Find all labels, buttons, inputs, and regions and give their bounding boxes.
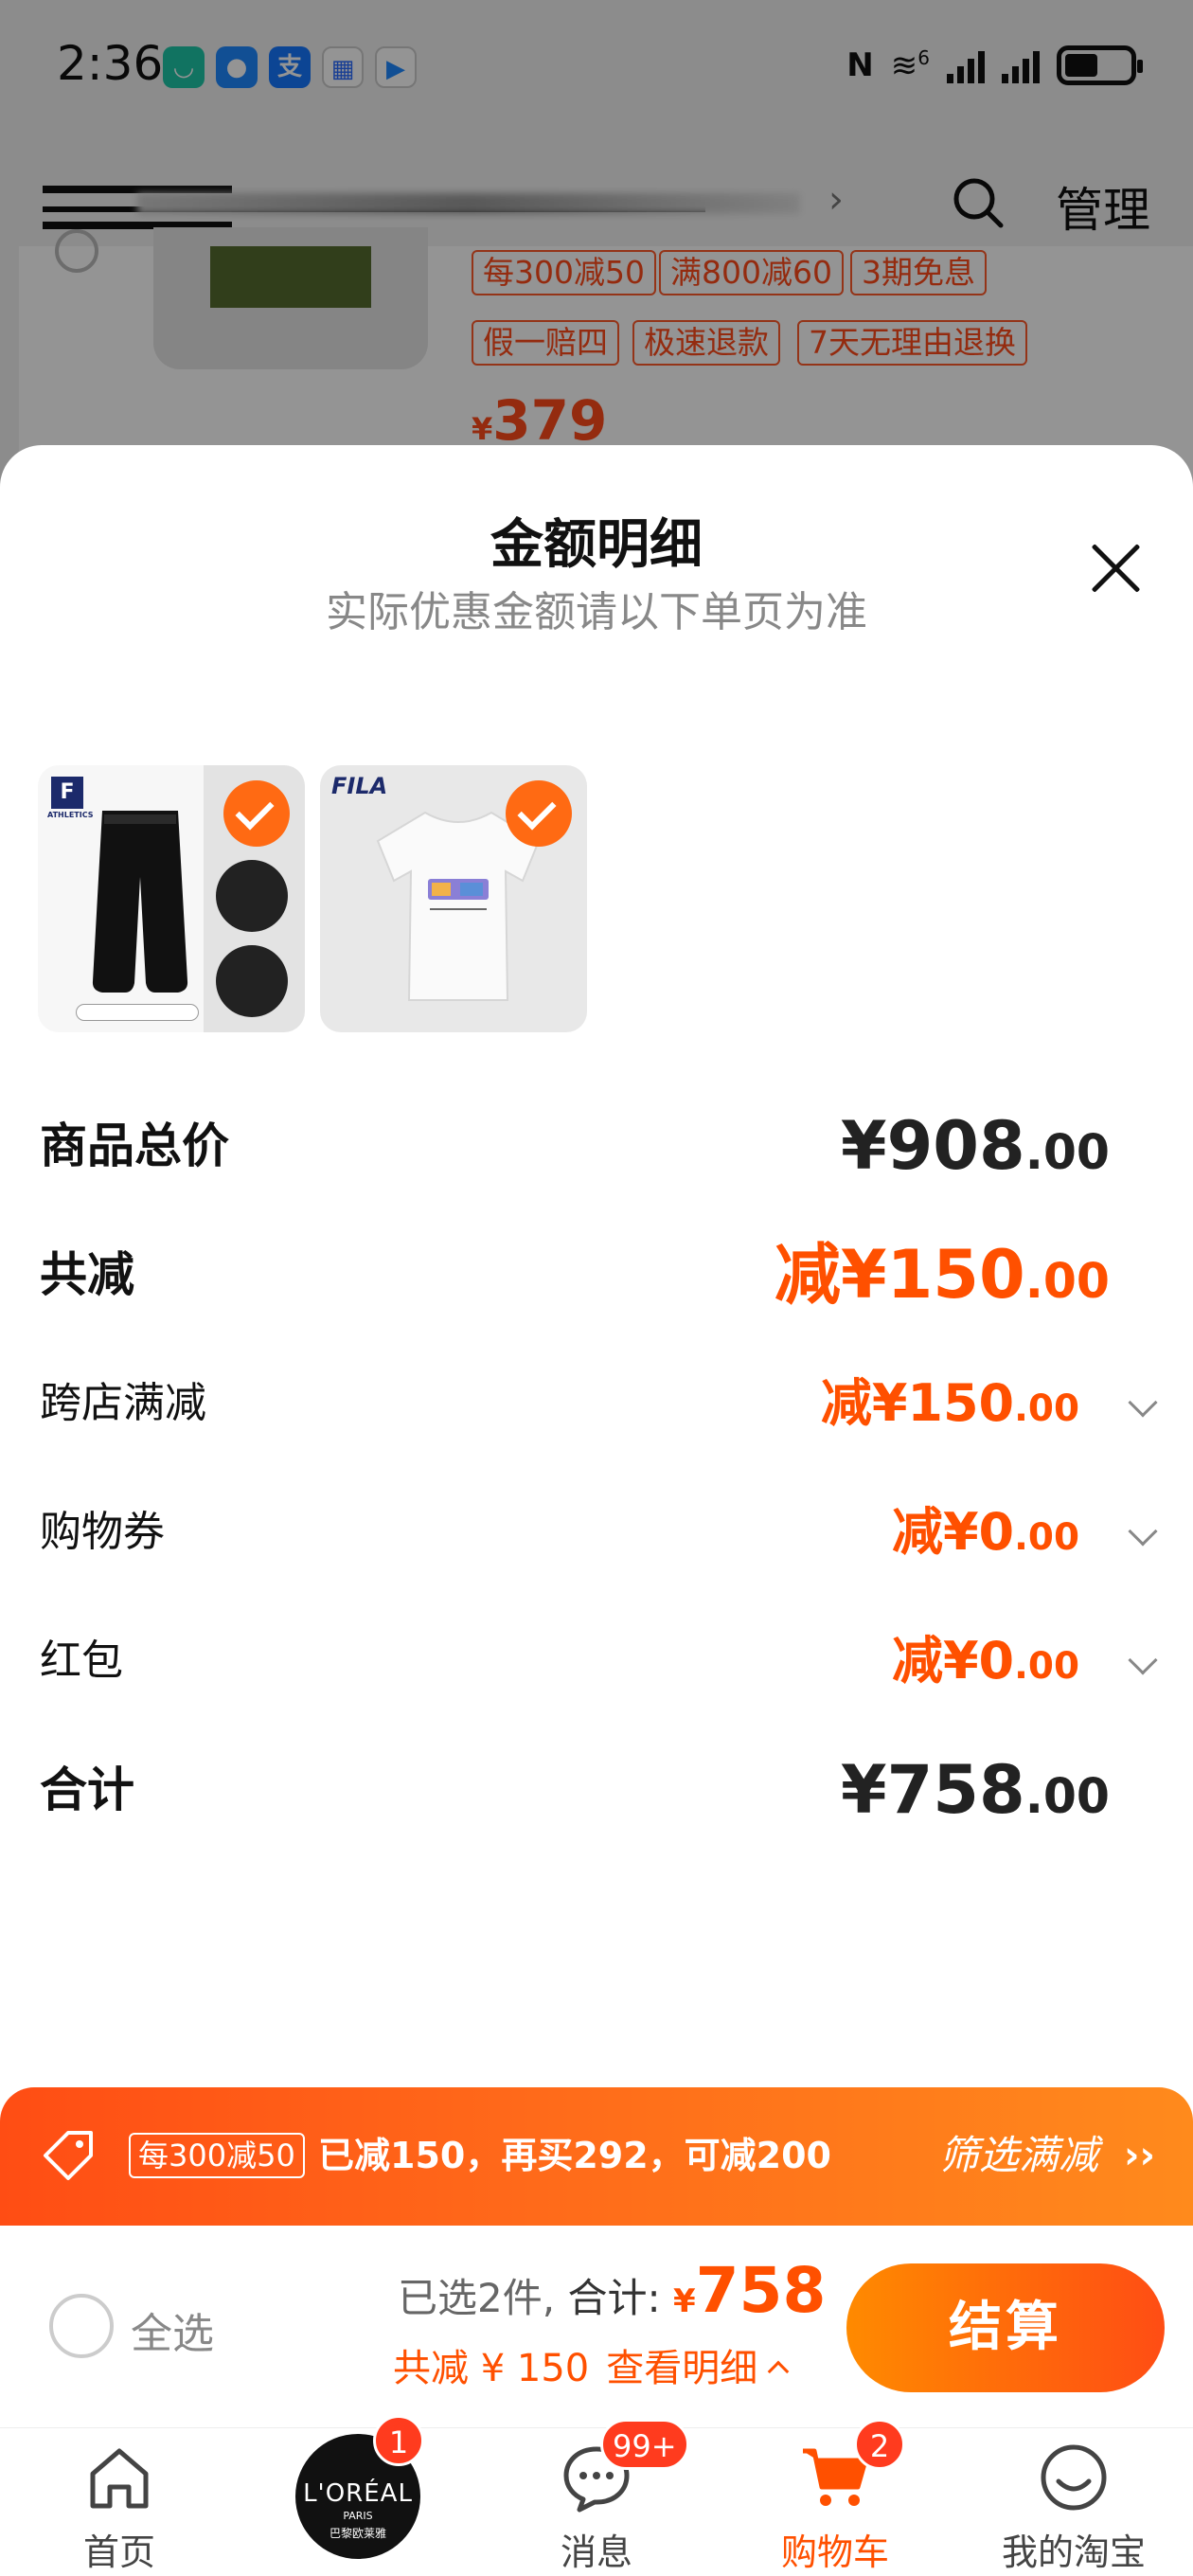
message-badge: 99+ (600, 2419, 689, 2470)
cart-badge: 2 (854, 2419, 905, 2470)
ad-badge: 1 (373, 2415, 424, 2466)
checkout-bar: 全选 已选2件, 合计: ¥758 共减 ¥ 150 查看明细 结算 (0, 2226, 1193, 2428)
background-cart-page: 2:36 ◡ ● 支 ▦ ▶ N ≋6 › 管理 每300减50 满800减60… (0, 0, 1193, 492)
red-packet-label: 红包 (40, 1637, 123, 1685)
coupon-value: 减¥0.00 (891, 1502, 1079, 1562)
currency-symbol: ¥ (672, 2282, 696, 2320)
my-taobao-icon (1041, 2444, 1107, 2511)
checkout-button[interactable]: 结算 (846, 2263, 1165, 2392)
close-icon[interactable] (1087, 540, 1144, 597)
fila-brand-text: FILA (331, 773, 388, 799)
dim-overlay[interactable] (0, 0, 1193, 492)
tab-ad-loreal[interactable]: L'ORÉAL PARIS 巴黎欧莱雅 1 (239, 2415, 477, 2576)
total-label: 合计: (567, 2275, 661, 2321)
total-price-label: 商品总价 (40, 1118, 229, 1173)
chevron-down-icon[interactable] (1128, 1645, 1158, 1675)
selected-check-icon (506, 780, 572, 847)
fila-logo-icon: F (51, 777, 83, 809)
filter-discount-link[interactable]: 筛选满减 (939, 2127, 1098, 2184)
home-icon (90, 2448, 149, 2509)
tab-home-label: 首页 (82, 2531, 155, 2573)
cross-store-label: 跨店满减 (40, 1379, 206, 1427)
tab-cart-label: 购物车 (780, 2531, 889, 2573)
total-reduce-value: 减¥150.00 (774, 1236, 1110, 1314)
row-coupon[interactable]: 购物券 减¥0.00 (0, 1494, 1193, 1570)
cross-store-value: 减¥150.00 (820, 1373, 1079, 1433)
selected-check-icon (223, 780, 290, 847)
promo-text: 已减150，再买292，可减200 (318, 2135, 831, 2176)
row-red-packet[interactable]: 红包 减¥0.00 (0, 1623, 1193, 1699)
reduce-text: 共减 ¥ 150 (393, 2347, 590, 2390)
tab-cart[interactable]: 2 购物车 (716, 2419, 954, 2576)
select-all-label[interactable]: 全选 (131, 2299, 214, 2360)
tab-messages-label: 消息 (560, 2531, 632, 2573)
bottom-tab-bar: 首页 L'ORÉAL PARIS 巴黎欧莱雅 1 99+ 消息 2 购物车 我的… (0, 2415, 1193, 2576)
row-total-price: 商品总价 ¥908.00 (0, 1108, 1193, 1184)
pants-image (92, 811, 188, 993)
select-all-radio[interactable] (49, 2294, 114, 2358)
promo-badge: 每300减50 (129, 2133, 305, 2178)
amount-detail-sheet: 金额明细 实际优惠金额请以下单页为准 F ATHLETICS FILA 商品总价… (0, 445, 1193, 2088)
row-total-reduce: 共减 减¥150.00 (0, 1237, 1193, 1313)
reduce-summary: 共减 ¥ 150 查看明细 (393, 2337, 790, 2392)
tab-my-taobao[interactable]: 我的淘宝 (954, 2428, 1193, 2576)
sheet-subtitle: 实际优惠金额请以下单页为准 (326, 588, 867, 636)
tab-messages[interactable]: 99+ 消息 (477, 2419, 716, 2576)
total-reduce-label: 共减 (40, 1247, 134, 1302)
selected-summary: 已选2件, 合计: ¥758 (398, 2254, 826, 2327)
chevron-up-icon[interactable] (767, 2360, 790, 2383)
coupon-label: 购物券 (40, 1508, 165, 1556)
detail-circle (216, 860, 288, 932)
sheet-title: 金额明细 (490, 514, 703, 576)
chevron-down-icon[interactable] (1128, 1387, 1158, 1418)
selected-count: 已选2件, (398, 2275, 556, 2321)
total-amount: 758 (695, 2254, 827, 2327)
product-thumbnail-pants[interactable]: F ATHLETICS (38, 765, 305, 1032)
sum-label: 合计 (40, 1762, 134, 1817)
row-cross-store-discount[interactable]: 跨店满减 减¥150.00 (0, 1366, 1193, 1441)
tab-my-taobao-label: 我的淘宝 (1001, 2531, 1146, 2573)
promo-banner[interactable]: 每300减50 已减150，再买292，可减200 筛选满减 ›› (0, 2087, 1193, 2226)
total-price-value: ¥908.00 (840, 1107, 1110, 1185)
double-chevron-right-icon[interactable]: ›› (1124, 2135, 1155, 2176)
chevron-down-icon[interactable] (1128, 1516, 1158, 1547)
sum-value: ¥758.00 (840, 1751, 1110, 1829)
row-sum: 合计 ¥758.00 (0, 1752, 1193, 1828)
tab-home[interactable]: 首页 (0, 2428, 239, 2576)
image-caption (76, 1004, 199, 1021)
price-tag-icon (44, 2131, 93, 2180)
product-thumbnail-tshirt[interactable]: FILA (320, 765, 587, 1032)
detail-circle (216, 945, 288, 1017)
red-packet-value: 减¥0.00 (891, 1631, 1079, 1690)
view-detail-link[interactable]: 查看明细 (606, 2347, 757, 2390)
